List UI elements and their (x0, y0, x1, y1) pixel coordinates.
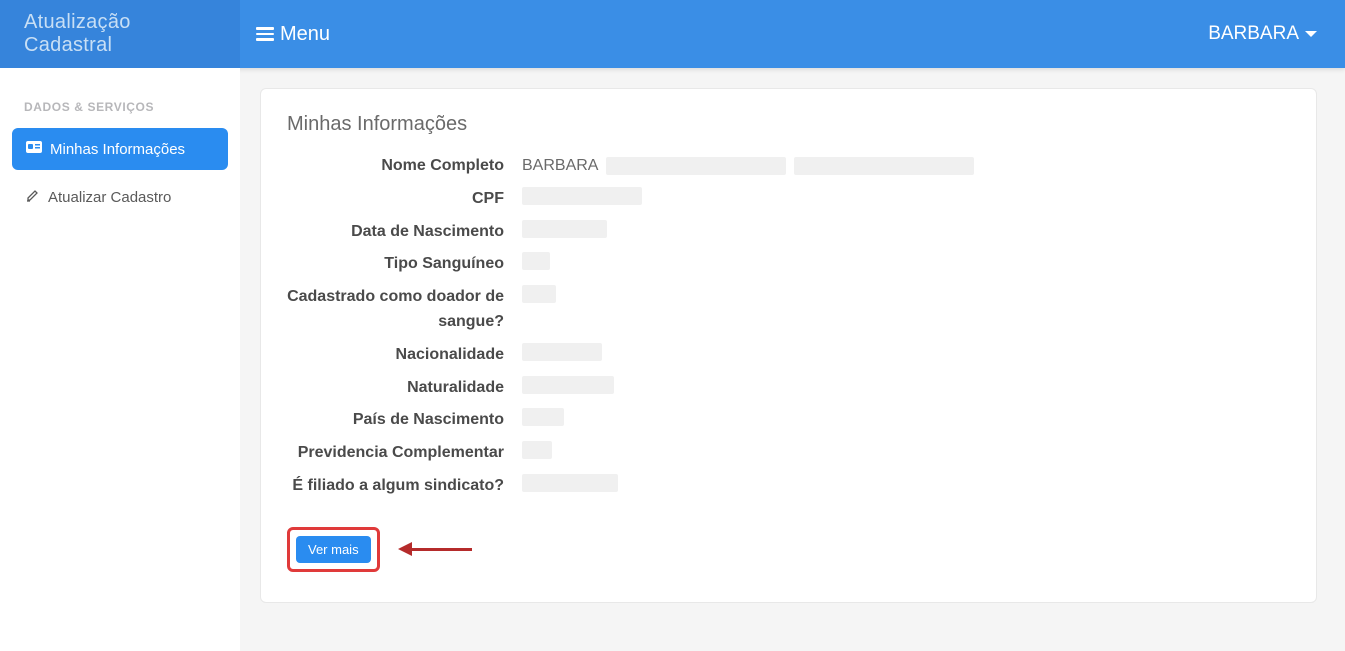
info-row: Previdencia Complementar (287, 441, 1290, 466)
info-row: Naturalidade (287, 376, 1290, 401)
info-row: CPF (287, 187, 1290, 212)
redacted-block (794, 157, 974, 175)
sidebar-item-update[interactable]: Atualizar Cadastro (12, 176, 228, 218)
info-value (522, 408, 564, 426)
card-icon (26, 140, 42, 158)
info-row: Nacionalidade (287, 343, 1290, 368)
info-row: Nome CompletoBARBARA (287, 154, 1290, 179)
pencil-icon (26, 188, 40, 206)
main-content: Minhas Informações Nome CompletoBARBARAC… (240, 68, 1345, 651)
info-row: Data de Nascimento (287, 220, 1290, 245)
info-value (522, 343, 602, 361)
info-value (522, 220, 607, 238)
sidebar: DADOS & SERVIÇOS Minhas Informações Atua… (0, 68, 240, 651)
info-label: Tipo Sanguíneo (287, 252, 522, 277)
card-title: Minhas Informações (287, 113, 1290, 136)
info-row: Cadastrado como doador de sangue? (287, 285, 1290, 335)
hamburger-icon (256, 27, 274, 41)
redacted-block (522, 252, 550, 270)
info-value (522, 187, 642, 205)
info-value (522, 441, 552, 459)
redacted-block (522, 187, 642, 205)
redacted-block (522, 220, 607, 238)
info-value (522, 474, 618, 492)
info-row: País de Nascimento (287, 408, 1290, 433)
sidebar-heading: DADOS & SERVIÇOS (12, 84, 228, 128)
user-dropdown[interactable]: BARBARA (1180, 23, 1345, 45)
redacted-block (522, 474, 618, 492)
user-name: BARBARA (1208, 23, 1299, 45)
info-label: Cadastrado como doador de sangue? (287, 285, 522, 335)
sidebar-item-my-info[interactable]: Minhas Informações (12, 128, 228, 170)
info-card: Minhas Informações Nome CompletoBARBARAC… (260, 88, 1317, 603)
info-label: País de Nascimento (287, 408, 522, 433)
info-label: Nacionalidade (287, 343, 522, 368)
redacted-block (522, 285, 556, 303)
redacted-block (522, 441, 552, 459)
info-label: Naturalidade (287, 376, 522, 401)
redacted-block (522, 408, 564, 426)
header: Atualização Cadastral Menu BARBARA (0, 0, 1345, 68)
info-label: Data de Nascimento (287, 220, 522, 245)
info-value (522, 252, 550, 270)
info-label: É filiado a algum sindicato? (287, 474, 522, 499)
sidebar-item-label: Atualizar Cadastro (48, 189, 171, 206)
redacted-block (522, 376, 614, 394)
caret-down-icon (1305, 31, 1317, 37)
sidebar-item-label: Minhas Informações (50, 141, 185, 158)
info-label: Previdencia Complementar (287, 441, 522, 466)
redacted-block (522, 343, 602, 361)
redacted-block (606, 157, 786, 175)
info-label: CPF (287, 187, 522, 212)
info-row: É filiado a algum sindicato? (287, 474, 1290, 499)
brand-title: Atualização Cadastral (0, 0, 240, 68)
arrow-annotation (398, 542, 472, 556)
info-value (522, 285, 556, 303)
menu-toggle[interactable]: Menu (240, 23, 346, 46)
ver-mais-button[interactable]: Ver mais (296, 536, 371, 563)
highlight-annotation: Ver mais (287, 527, 380, 572)
info-value (522, 376, 614, 394)
info-row: Tipo Sanguíneo (287, 252, 1290, 277)
info-value: BARBARA (522, 154, 974, 179)
info-label: Nome Completo (287, 154, 522, 179)
menu-label: Menu (280, 23, 330, 46)
